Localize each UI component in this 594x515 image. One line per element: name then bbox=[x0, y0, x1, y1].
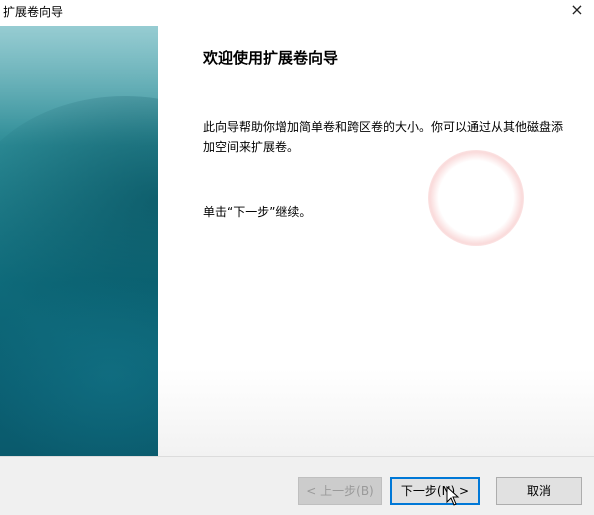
wizard-description: 此向导帮助你增加简单卷和跨区卷的大小。你可以通过从其他磁盘添加空间来扩展卷。 bbox=[203, 120, 564, 154]
wizard-content-area bbox=[158, 22, 594, 456]
banner-glow-shape bbox=[0, 276, 158, 456]
next-button[interactable]: 下一步(N) > bbox=[390, 477, 480, 505]
wizard-side-banner bbox=[0, 26, 158, 456]
window-title: 扩展卷向导 bbox=[3, 5, 64, 19]
cancel-button[interactable]: 取消 bbox=[496, 477, 582, 505]
title-bar: 扩展卷向导 × bbox=[0, 0, 594, 22]
click-highlight-ring bbox=[428, 150, 524, 246]
page-title: 欢迎使用扩展卷向导 bbox=[203, 49, 339, 67]
close-icon[interactable]: × bbox=[566, 0, 588, 22]
wizard-instruction: 单击“下一步”继续。 bbox=[203, 205, 312, 219]
back-button[interactable]: < 上一步(B) bbox=[298, 477, 382, 505]
mouse-pointer-icon bbox=[446, 486, 460, 506]
